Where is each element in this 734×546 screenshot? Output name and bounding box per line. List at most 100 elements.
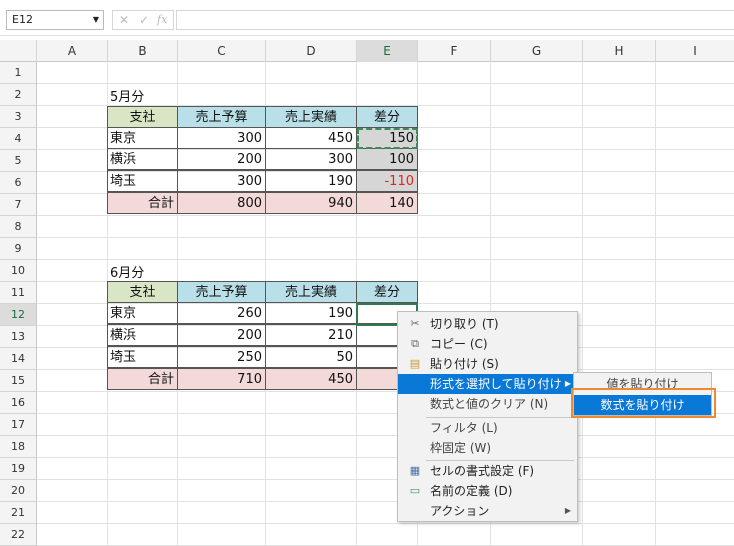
select-all-corner[interactable] xyxy=(0,40,37,62)
table1-cell[interactable]: 190 xyxy=(265,170,357,192)
column-header-h[interactable]: H xyxy=(583,40,656,62)
row-header[interactable]: 18 xyxy=(0,436,37,458)
table2-total-cell[interactable]: 710 xyxy=(177,368,266,390)
row-header[interactable]: 8 xyxy=(0,216,37,238)
column-header-bar: A B C D E F G H I xyxy=(0,40,734,62)
row-header[interactable]: 22 xyxy=(0,524,37,546)
column-header-i[interactable]: I xyxy=(656,40,734,62)
menu-item-clear[interactable]: 数式と値のクリア (N) xyxy=(398,394,577,414)
menu-item-label: フィルタ (L) xyxy=(430,421,498,435)
formula-bar: E12 ▼ ✕ ✓ fx xyxy=(0,0,734,36)
table1-caption: 5月分 xyxy=(110,90,145,105)
table2-total-label[interactable]: 合計 xyxy=(107,368,178,390)
table1-cell[interactable]: 450 xyxy=(265,127,357,149)
row-header[interactable]: 19 xyxy=(0,458,37,480)
column-header-c[interactable]: C xyxy=(178,40,266,62)
copy-icon: ⧉ xyxy=(411,337,419,350)
copy-marquee xyxy=(357,128,418,149)
table1-cell[interactable]: 200 xyxy=(177,148,266,170)
row-header[interactable]: 11 xyxy=(0,282,37,304)
name-box[interactable]: E12 ▼ xyxy=(6,10,104,30)
column-header-f[interactable]: F xyxy=(418,40,491,62)
paste-icon: ▤ xyxy=(409,357,421,370)
row-header[interactable]: 5 xyxy=(0,150,37,172)
table2-cell[interactable]: 250 xyxy=(177,346,266,368)
menu-item-label: 枠固定 (W) xyxy=(430,441,492,455)
menu-item-freeze[interactable]: 枠固定 (W) xyxy=(398,438,577,458)
column-header-b[interactable]: B xyxy=(108,40,178,62)
table2-cell[interactable]: 260 xyxy=(177,302,266,324)
table2-cell[interactable]: 190 xyxy=(265,302,357,324)
row-header[interactable]: 15 xyxy=(0,370,37,392)
table1-total-label[interactable]: 合計 xyxy=(107,192,178,214)
table1-header-diff[interactable]: 差分 xyxy=(356,106,418,128)
menu-item-format-cells[interactable]: ▦ セルの書式設定 (F) xyxy=(398,461,577,481)
row-header[interactable]: 16 xyxy=(0,392,37,414)
menu-item-paste[interactable]: ▤ 貼り付け (S) xyxy=(398,354,577,374)
table1-cell[interactable]: 300 xyxy=(265,148,357,170)
menu-item-label: アクション xyxy=(430,504,490,518)
table1-header-actual[interactable]: 売上実績 xyxy=(265,106,357,128)
table2-header-branch[interactable]: 支社 xyxy=(107,281,178,303)
table1-cell[interactable]: 300 xyxy=(177,127,266,149)
column-header-e[interactable]: E xyxy=(357,40,418,62)
cancel-icon[interactable]: ✕ xyxy=(119,11,129,29)
table2-header-actual[interactable]: 売上実績 xyxy=(265,281,357,303)
table1-cell[interactable]: 東京 xyxy=(107,127,178,149)
name-tag-icon: ▭ xyxy=(409,484,421,497)
column-header-g[interactable]: G xyxy=(491,40,583,62)
table1-cell[interactable]: -110 xyxy=(356,170,418,192)
row-header[interactable]: 21 xyxy=(0,502,37,524)
row-header[interactable]: 4 xyxy=(0,128,37,150)
table2-cell[interactable]: 210 xyxy=(265,324,357,346)
menu-item-label: 切り取り (T) xyxy=(430,317,499,331)
menu-item-copy[interactable]: ⧉ コピー (C) xyxy=(398,334,577,354)
formula-input[interactable] xyxy=(176,10,734,30)
table2-cell[interactable]: 200 xyxy=(177,324,266,346)
table2-cell[interactable]: 横浜 xyxy=(107,324,178,346)
menu-item-action[interactable]: アクション ▶ xyxy=(398,501,577,521)
table2-cell[interactable]: 50 xyxy=(265,346,357,368)
row-header[interactable]: 1 xyxy=(0,62,37,84)
table1-cell[interactable]: 300 xyxy=(177,170,266,192)
column-header-a[interactable]: A xyxy=(37,40,108,62)
table2-cell[interactable]: 東京 xyxy=(107,302,178,324)
table2-cell[interactable]: 埼玉 xyxy=(107,346,178,368)
row-header[interactable]: 9 xyxy=(0,238,37,260)
table1-cell[interactable]: 埼玉 xyxy=(107,170,178,192)
menu-item-filter[interactable]: フィルタ (L) xyxy=(398,418,577,438)
row-header[interactable]: 20 xyxy=(0,480,37,502)
table1-header-branch[interactable]: 支社 xyxy=(107,106,178,128)
row-header[interactable]: 7 xyxy=(0,194,37,216)
chevron-down-icon[interactable]: ▼ xyxy=(93,11,99,29)
row-header[interactable]: 17 xyxy=(0,414,37,436)
table1-total-cell[interactable]: 940 xyxy=(265,192,357,214)
menu-item-label: コピー (C) xyxy=(430,337,488,351)
table1-total-cell[interactable]: 140 xyxy=(356,192,418,214)
menu-item-paste-special[interactable]: 形式を選択して貼り付け ▶ xyxy=(398,374,577,394)
row-header[interactable]: 6 xyxy=(0,172,37,194)
table1-cell[interactable]: 横浜 xyxy=(107,148,178,170)
row-header[interactable]: 3 xyxy=(0,106,37,128)
row-header[interactable]: 10 xyxy=(0,260,37,282)
menu-item-cut[interactable]: ✂ 切り取り (T) xyxy=(398,314,577,334)
function-icon[interactable]: fx xyxy=(157,11,167,29)
enter-icon[interactable]: ✓ xyxy=(139,11,149,29)
menu-item-define-name[interactable]: ▭ 名前の定義 (D) xyxy=(398,481,577,501)
row-header[interactable]: 2 xyxy=(0,84,37,106)
format-cells-icon: ▦ xyxy=(409,464,421,477)
table1-header-budget[interactable]: 売上予算 xyxy=(177,106,266,128)
table1-cell[interactable]: 100 xyxy=(356,148,418,170)
menu-item-label: 貼り付け (S) xyxy=(430,357,499,371)
row-header[interactable]: 14 xyxy=(0,348,37,370)
table1-total-cell[interactable]: 800 xyxy=(177,192,266,214)
table2-header-diff[interactable]: 差分 xyxy=(356,281,418,303)
table2-total-cell[interactable]: 450 xyxy=(265,368,357,390)
name-box-value: E12 xyxy=(12,13,33,26)
table2-header-budget[interactable]: 売上予算 xyxy=(177,281,266,303)
column-header-d[interactable]: D xyxy=(266,40,357,62)
menu-item-label: 形式を選択して貼り付け xyxy=(430,377,562,391)
row-header[interactable]: 13 xyxy=(0,326,37,348)
context-menu: ✂ 切り取り (T) ⧉ コピー (C) ▤ 貼り付け (S) 形式を選択して貼… xyxy=(397,311,578,522)
row-header[interactable]: 12 xyxy=(0,304,37,326)
